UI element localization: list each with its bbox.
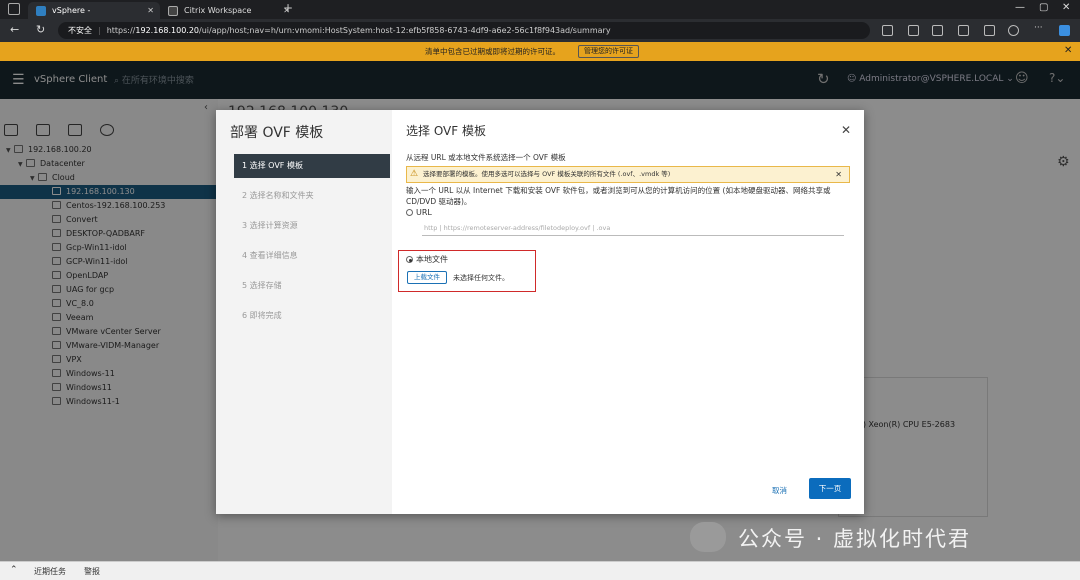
url-scheme: https:// [106,26,136,35]
wizard-content: 选择 OVF 模板 ✕ 从远程 URL 或本地文件系统选择一个 OVF 模板 ⚠… [392,110,864,514]
step-compute-resource: 3 选择计算资源 [242,221,298,230]
downloads-icon[interactable] [958,25,969,36]
close-banner-icon[interactable]: ✕ [1064,45,1072,56]
browser-tab-bar: vSphere - 192.168.100.130 - 摘要 ✕ Citrix … [0,0,1080,32]
close-alert-icon[interactable]: ✕ [835,167,842,182]
new-tab-button[interactable]: + [283,1,293,15]
license-banner: 清单中包含已过期或即将过期的许可证。 管理您的许可证 ✕ [0,42,1080,61]
step-select-storage: 5 选择存储 [242,281,282,290]
maximize-button[interactable]: ▢ [1039,2,1048,13]
radio-icon [406,209,413,216]
wechat-icon [690,522,726,552]
wechat-watermark: 公众号 · 虚拟化时代君 [690,517,1050,557]
close-tab-icon[interactable]: ✕ [147,2,154,19]
tab-vsphere[interactable]: vSphere - 192.168.100.130 - 摘要 ✕ [28,2,160,32]
url-host: 192.168.100.20 [135,26,200,35]
info-alert: ⚠ 选择要部署的模板。使用多选可以选择与 OVF 模板关联的所有文件 (.ovf… [406,166,850,183]
no-file-text: 未选择任何文件。 [453,274,509,282]
split-screen-icon[interactable] [882,25,893,36]
tab-citrix[interactable]: Citrix Workspace ✕ [160,2,296,19]
deploy-ovf-dialog: 部署 OVF 模板 1 选择 OVF 模板 2 选择名称和文件夹 3 选择计算资… [216,110,864,514]
url-field[interactable]: 不安全 | https://192.168.100.20/ui/app/host;n… [58,22,870,39]
url-radio[interactable]: URL [406,208,432,217]
chevron-up-icon[interactable]: ⌃ [10,565,18,575]
step-select-template[interactable]: 1 选择 OVF 模板 [234,154,390,178]
window-menu-icon[interactable] [8,3,20,15]
step-name-folder: 2 选择名称和文件夹 [242,191,314,200]
url-description: 输入一个 URL 以从 Internet 下载和安装 OVF 软件包，或者浏览到… [406,186,831,206]
watermark-text: 公众号 · 虚拟化时代君 [738,527,972,551]
close-window-button[interactable]: ✕ [1062,2,1070,13]
minimize-button[interactable]: — [1015,2,1025,13]
collections-icon[interactable] [932,25,943,36]
manage-license-button[interactable]: 管理您的许可证 [578,45,639,58]
url-path: /ui/app/host;nav=h/urn:vmomi:HostSystem:… [199,26,611,35]
alert-text: 选择要部署的模板。使用多选可以选择与 OVF 模板关联的所有文件 (.ovf、.… [423,170,671,178]
panel-title: 选择 OVF 模板 [406,124,486,138]
step-review-details: 4 查看详细信息 [242,251,298,260]
alarms-tab[interactable]: 警报 [84,566,100,577]
next-button[interactable]: 下一页 [809,478,851,499]
close-icon[interactable]: ✕ [841,123,851,137]
radio-selected-icon [406,256,413,263]
local-file-radio[interactable]: 本地文件 [406,254,448,265]
dialog-title: 部署 OVF 模板 [230,125,324,141]
back-icon[interactable]: ← [10,23,19,36]
select-description: 从远程 URL 或本地文件系统选择一个 OVF 模板 [406,153,566,162]
bottom-task-bar: ⌃ 近期任务 警报 [0,561,1080,580]
browser-address-bar: ← ↻ 不安全 | https://192.168.100.20/ui/app/ho… [0,19,1080,42]
warning-icon: ⚠ [410,169,419,179]
more-icon[interactable]: ··· [1034,23,1045,34]
tab-label: Citrix Workspace [184,6,252,15]
copilot-icon[interactable] [1059,25,1070,36]
extensions-icon[interactable] [984,25,995,36]
upload-file-button[interactable]: 上载文件 [407,271,447,284]
citrix-favicon-icon [168,6,178,16]
step-ready-complete: 6 即将完成 [242,311,282,320]
insecure-badge[interactable]: 不安全 [68,26,92,35]
reload-icon[interactable]: ↻ [36,23,45,36]
vsphere-favicon-icon [36,6,46,16]
cancel-button[interactable]: 取消 [772,485,787,496]
wizard-steps-panel: 部署 OVF 模板 1 选择 OVF 模板 2 选择名称和文件夹 3 选择计算资… [216,110,392,514]
profile-icon[interactable] [1008,25,1019,36]
banner-text: 清单中包含已过期或即将过期的许可证。 [425,47,560,56]
recent-tasks-tab[interactable]: 近期任务 [34,566,66,577]
favorites-icon[interactable] [908,25,919,36]
url-input[interactable]: http | https://remoteserver-address/file… [422,222,844,236]
